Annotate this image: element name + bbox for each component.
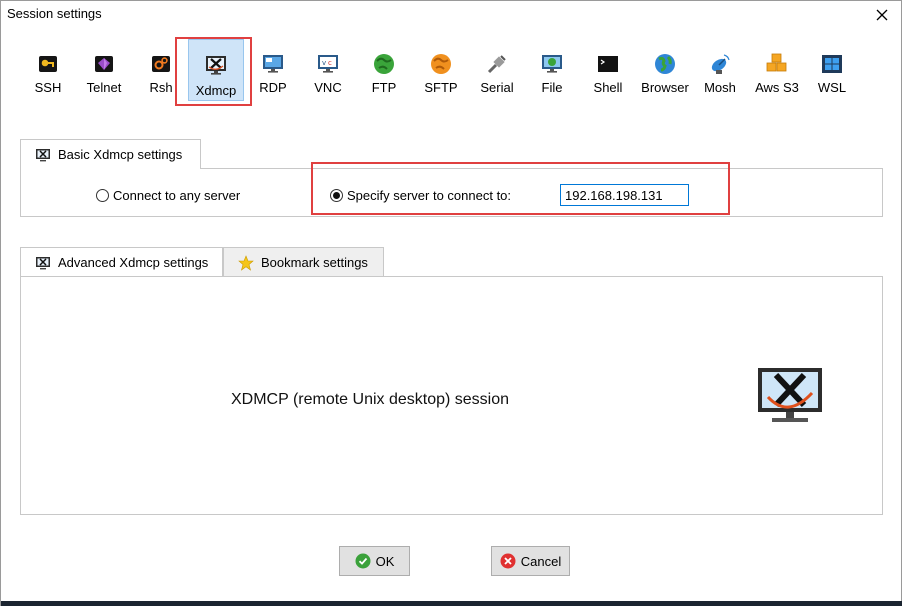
session-type-toolbar: SSH Telnet Rsh Xdmcp RDP v c VNC FTP SFT… — [21, 39, 861, 101]
close-icon — [876, 9, 888, 21]
background-strip — [1, 601, 902, 606]
check-icon — [355, 553, 371, 569]
session-type-sftp[interactable]: SFTP — [421, 39, 461, 101]
session-type-browser[interactable]: Browser — [637, 39, 693, 101]
tab-basic-xdmcp-settings[interactable]: Basic Xdmcp settings — [20, 139, 201, 169]
cancel-label: Cancel — [520, 553, 562, 569]
session-type-wsl[interactable]: WSL — [813, 39, 851, 101]
session-type-label: Xdmcp — [195, 83, 237, 98]
session-type-telnet[interactable]: Telnet — [81, 39, 127, 101]
session-type-label: Shell — [593, 80, 623, 95]
key-icon — [39, 56, 57, 72]
radio-label: Specify server to connect to: — [347, 188, 512, 203]
x-window-icon — [206, 56, 226, 75]
server-address-input[interactable] — [560, 184, 689, 206]
session-settings-window: Session settings SSH Telnet Rsh Xdmcp RD… — [0, 0, 902, 606]
session-type-vnc[interactable]: v c VNC — [308, 39, 348, 101]
ok-label: OK — [375, 553, 395, 569]
session-type-ftp[interactable]: FTP — [365, 39, 403, 101]
tab-label: Advanced Xdmcp settings — [58, 255, 209, 270]
cancel-button[interactable]: Cancel — [491, 546, 570, 576]
session-type-shell[interactable]: Shell — [589, 39, 627, 101]
ok-button[interactable]: OK — [339, 546, 410, 576]
file-monitor-icon — [542, 55, 562, 73]
tab-join — [21, 167, 200, 169]
session-type-label: RDP — [259, 80, 287, 95]
window-title: Session settings — [7, 6, 102, 21]
x-window-icon — [36, 148, 50, 161]
tab-label: Basic Xdmcp settings — [58, 147, 183, 162]
radio-label: Connect to any server — [113, 188, 241, 203]
session-type-aws-s3[interactable]: Aws S3 — [751, 39, 803, 101]
session-type-label: Serial — [480, 80, 514, 95]
vnc-monitor-icon: v c — [318, 55, 338, 73]
svg-text:v: v — [322, 59, 326, 67]
x-window-icon — [758, 368, 822, 422]
radio-specify-server[interactable]: Specify server to connect to: — [330, 188, 511, 203]
browser-globe-icon — [655, 54, 675, 74]
session-type-label: SSH — [34, 80, 62, 95]
cancel-x-icon — [500, 553, 516, 569]
close-button[interactable] — [867, 1, 897, 29]
serial-plug-icon — [487, 55, 506, 74]
session-type-label: VNC — [314, 80, 342, 95]
session-type-xdmcp[interactable]: Xdmcp — [188, 39, 244, 101]
tab-bookmark-settings[interactable]: Bookmark settings — [223, 247, 384, 277]
telnet-gem-icon — [95, 56, 113, 72]
title-bar: Session settings — [1, 1, 901, 29]
session-type-serial[interactable]: Serial — [476, 39, 518, 101]
rsh-gears-icon — [152, 56, 170, 72]
radio-connect-any-server[interactable]: Connect to any server — [96, 188, 240, 203]
wsl-windows-icon — [822, 55, 842, 73]
session-type-label: WSL — [817, 80, 847, 95]
session-type-label: FTP — [371, 80, 397, 95]
session-type-label: Mosh — [704, 80, 736, 95]
mosh-satellite-icon — [711, 54, 730, 74]
aws-s3-cubes-icon — [766, 53, 787, 72]
session-type-ssh[interactable]: SSH — [21, 39, 75, 101]
svg-text:c: c — [328, 59, 332, 67]
radio-circle — [96, 189, 109, 202]
session-type-rdp[interactable]: RDP — [253, 39, 293, 101]
tab-label: Bookmark settings — [261, 255, 368, 270]
session-type-label: SFTP — [424, 80, 458, 95]
star-icon — [238, 254, 254, 271]
session-type-mosh[interactable]: Mosh — [699, 39, 741, 101]
session-type-label: Rsh — [149, 80, 173, 95]
session-type-rsh[interactable]: Rsh — [141, 39, 181, 101]
session-description: XDMCP (remote Unix desktop) session — [231, 391, 510, 408]
session-type-label: Aws S3 — [755, 80, 799, 95]
session-type-file[interactable]: File — [535, 39, 569, 101]
x-window-icon — [36, 256, 50, 269]
sftp-globe-icon — [431, 54, 451, 74]
shell-terminal-icon — [598, 56, 618, 72]
rdp-monitor-icon — [263, 55, 283, 73]
tab-advanced-xdmcp-settings[interactable]: Advanced Xdmcp settings — [20, 247, 223, 277]
session-type-label: Browser — [641, 80, 689, 95]
ftp-globe-icon — [374, 54, 394, 74]
radio-circle — [330, 189, 343, 202]
session-type-label: Telnet — [86, 80, 122, 95]
session-type-label: File — [541, 80, 563, 95]
